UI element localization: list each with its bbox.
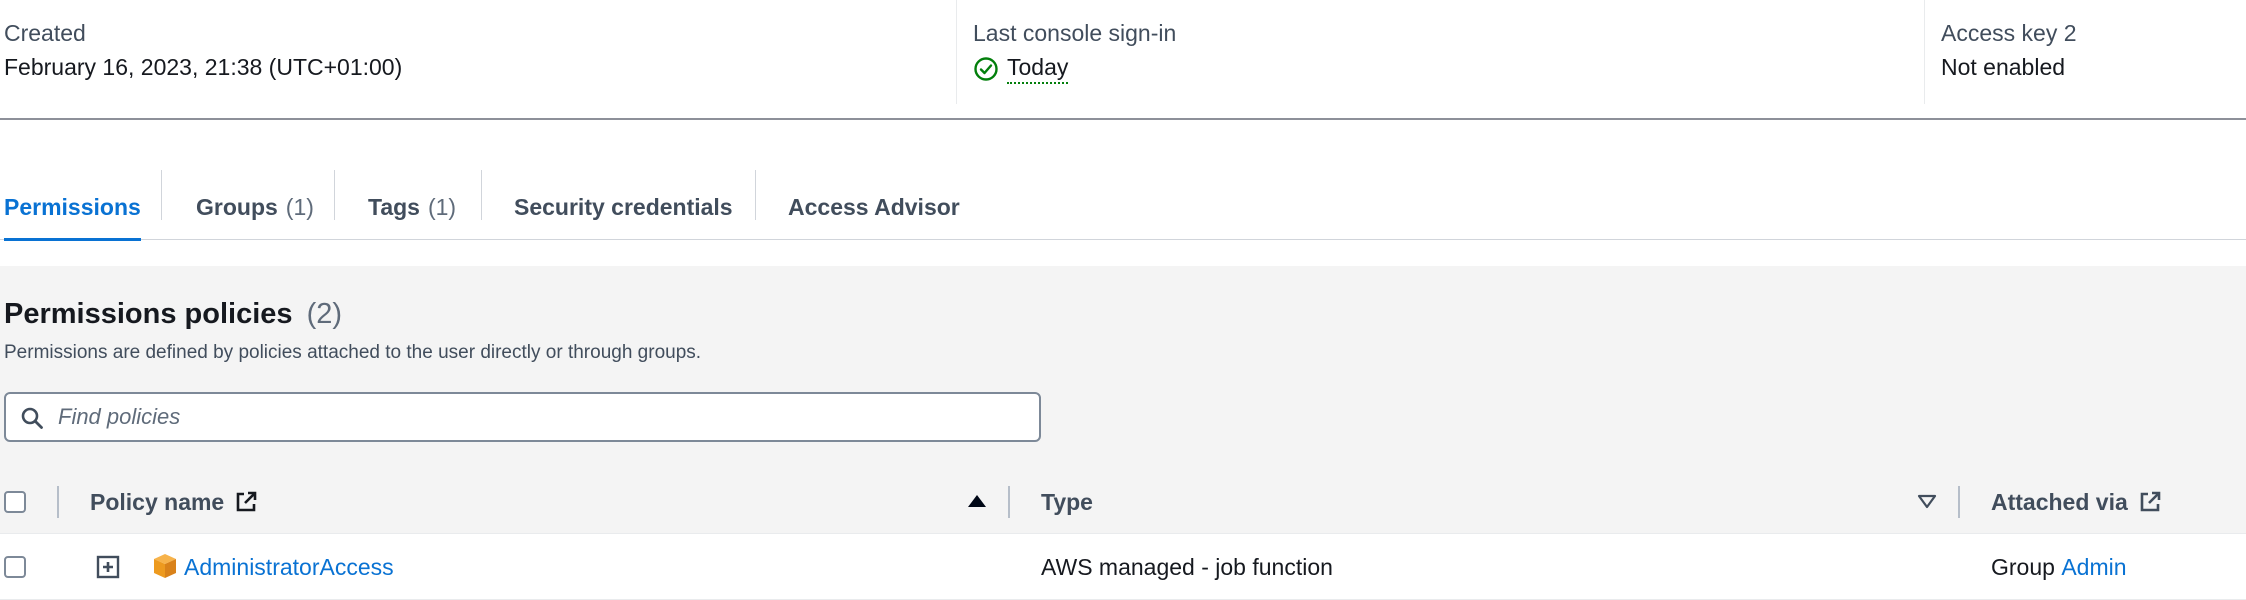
policy-name-link[interactable]: AdministratorAccess (184, 554, 394, 581)
column-type-label: Type (1041, 488, 1093, 515)
user-tabs: Permissions Groups (1) Tags (1) Security… (0, 160, 2246, 241)
search-icon (20, 406, 44, 430)
tab-divider (161, 170, 162, 220)
panel-title-count: (2) (306, 298, 343, 330)
attached-via-prefix: Group (1991, 553, 2055, 580)
tab-access-advisor-label: Access Advisor (788, 193, 960, 220)
attached-via-cell: Group Admin (1991, 534, 2127, 600)
column-attached-via-label: Attached via (1991, 488, 2128, 515)
tab-tags[interactable]: Tags (1) (368, 174, 456, 240)
column-header-attached-via[interactable]: Attached via (1991, 470, 2162, 534)
created-label: Created (4, 20, 86, 46)
plus-square-icon[interactable] (96, 555, 120, 579)
row-select-checkbox[interactable] (4, 556, 26, 578)
caret-up-filled-icon[interactable] (966, 490, 988, 512)
permissions-policies-panel: Permissions policies (2) Permissions are… (0, 266, 2246, 600)
column-header-policy-name[interactable]: Policy name (90, 470, 258, 534)
tab-groups[interactable]: Groups (1) (196, 174, 314, 240)
tab-tags-count: (1) (427, 193, 457, 220)
panel-description: Permissions are defined by policies atta… (4, 342, 702, 363)
tab-divider (481, 170, 482, 220)
policy-name-cell: AdministratorAccess (184, 534, 394, 600)
caret-down-outline-icon[interactable] (1916, 490, 1938, 512)
policy-type-cell: AWS managed - job function (1041, 553, 1333, 580)
tab-security-credentials-label: Security credentials (514, 193, 733, 220)
tab-permissions-label: Permissions (4, 193, 141, 220)
column-divider (57, 486, 59, 518)
tab-access-advisor[interactable]: Access Advisor (788, 174, 960, 240)
search-input[interactable] (6, 394, 1039, 440)
table-header: Policy name Type Attached via (0, 470, 2246, 534)
column-header-type[interactable]: Type (1041, 470, 1093, 534)
last-signin-value[interactable]: Today (1007, 54, 1069, 84)
panel-title-text: Permissions policies (4, 298, 293, 330)
attached-via-group-link[interactable]: Admin (2061, 554, 2126, 581)
user-summary: Created February 16, 2023, 21:38 (UTC+01… (0, 0, 2246, 120)
tab-divider (755, 170, 756, 220)
tab-groups-count: (1) (285, 193, 314, 220)
aws-managed-policy-cube-icon (152, 552, 178, 580)
check-circle-icon (973, 56, 999, 82)
tab-tags-label: Tags (368, 193, 420, 220)
access-key-2-value: Not enabled (1941, 54, 2066, 80)
search-box (4, 392, 1041, 442)
external-link-icon[interactable] (2138, 490, 2162, 514)
external-link-icon[interactable] (234, 490, 258, 514)
last-signin-status[interactable]: Today (973, 54, 1069, 84)
created-section: Created February 16, 2023, 21:38 (UTC+01… (4, 0, 954, 104)
created-value: February 16, 2023, 21:38 (UTC+01:00) (4, 54, 403, 80)
column-policy-name-label: Policy name (90, 488, 225, 515)
tab-security-credentials[interactable]: Security credentials (514, 174, 733, 240)
panel-title: Permissions policies (2) (4, 298, 342, 331)
tab-groups-label: Groups (196, 193, 278, 220)
last-signin-label: Last console sign-in (973, 20, 1177, 46)
access-key-2-section: Access key 2 Not enabled (1924, 0, 2246, 104)
access-key-2-label: Access key 2 (1941, 20, 2077, 46)
last-signin-section: Last console sign-in Today (956, 0, 1922, 104)
column-divider (1008, 486, 1010, 518)
column-divider (1958, 486, 1960, 518)
table-row: AdministratorAccess AWS managed - job fu… (0, 534, 2246, 600)
select-all-checkbox[interactable] (4, 491, 26, 513)
tab-permissions[interactable]: Permissions (4, 174, 141, 241)
tab-divider (334, 170, 335, 220)
